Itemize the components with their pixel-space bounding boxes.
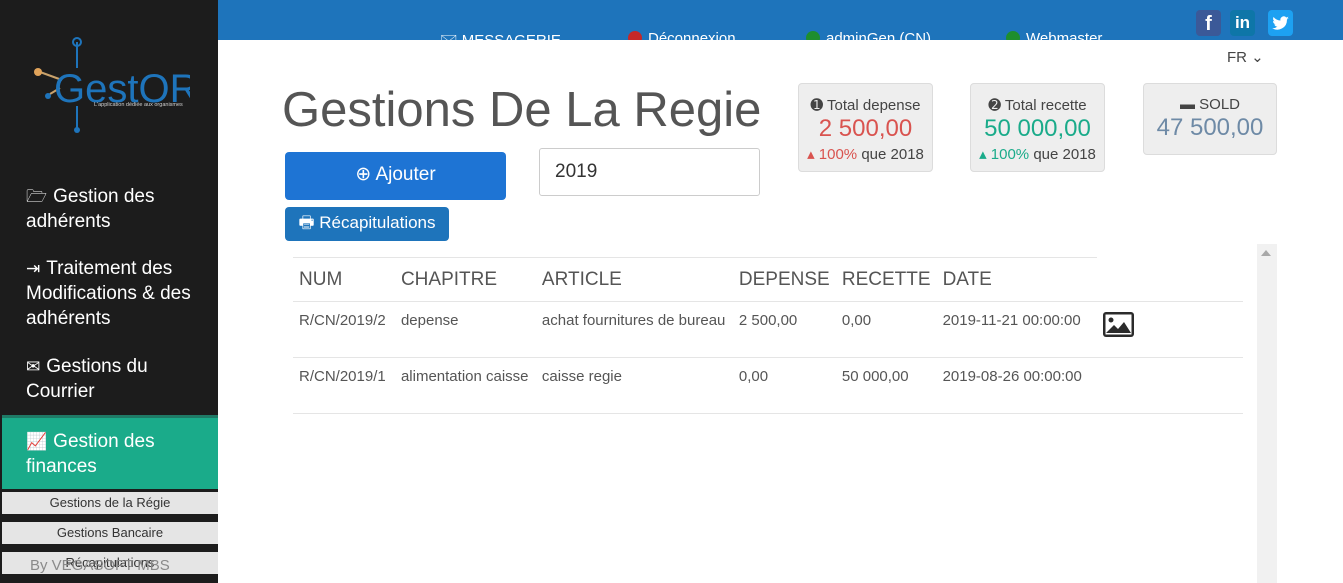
- cell-article: caisse regie: [535, 357, 733, 414]
- mail-bulk-icon: ✉: [26, 357, 41, 376]
- image-icon[interactable]: [1103, 312, 1135, 337]
- recette-value: 50 000,00: [984, 115, 1091, 142]
- add-button[interactable]: ⊕ Ajouter: [285, 152, 506, 200]
- col-article: ARTICLE: [535, 257, 733, 302]
- status-dot-icon: [628, 31, 642, 40]
- year-input[interactable]: [539, 148, 760, 196]
- sold-value: 47 500,00: [1156, 114, 1264, 141]
- user-label: adminGen (CN): [826, 30, 932, 40]
- facebook-icon[interactable]: f: [1196, 10, 1221, 36]
- gestorg-logo: GestORG L'application dédiée aux organis…: [34, 37, 190, 133]
- submenu-gestions-bancaire[interactable]: Gestions Bancaire: [2, 522, 218, 544]
- cell-chapitre: alimentation caisse: [394, 357, 536, 414]
- add-button-label: Ajouter: [375, 164, 436, 185]
- sold-label: SOLD: [1199, 96, 1241, 113]
- top-navbar: 🖂 MESSAGERIE Déconnexion adminGen (CN) W…: [218, 0, 1343, 40]
- col-actions: [1097, 257, 1243, 302]
- sidebar: GestORG L'application dédiée aux organis…: [0, 0, 218, 583]
- recap-button-label: Récapitulations: [319, 213, 436, 232]
- page-title: Gestions De La Regie: [282, 83, 762, 137]
- status-dot-icon: [806, 31, 820, 40]
- wallet-icon: ▬: [1179, 96, 1195, 113]
- cell-depense: 2 500,00: [732, 301, 836, 358]
- linkedin-icon[interactable]: in: [1230, 10, 1255, 36]
- recette-label: Total recette: [1004, 97, 1087, 114]
- cell-actions: [1097, 357, 1243, 414]
- col-depense: DEPENSE: [732, 257, 836, 302]
- total-depense-card: ➊ Total depense 2 500,00 ▴ 100% que 2018: [798, 83, 933, 172]
- caret-up-icon: ▴: [979, 146, 987, 163]
- sidebar-item-adherents[interactable]: 🗁 Gestion des adhérents: [2, 184, 218, 234]
- cell-recette: 50 000,00: [835, 357, 937, 414]
- cell-num: R/CN/2019/2: [293, 301, 395, 358]
- print-icon: 🖶: [298, 213, 315, 232]
- sidebar-item-label: Gestions du Courrier: [26, 356, 148, 402]
- cell-recette: 0,00: [835, 301, 937, 358]
- line-chart-icon: 📈: [26, 432, 48, 451]
- col-chapitre: CHAPITRE: [394, 257, 536, 302]
- webmaster-label: Webmaster: [1026, 30, 1103, 40]
- envelope-icon: 🖂: [440, 32, 462, 40]
- arrow-circle-down-icon: ➋: [988, 97, 1001, 114]
- recette-cmp: que 2018: [1033, 146, 1096, 163]
- col-date: DATE: [936, 257, 1098, 302]
- user-link[interactable]: adminGen (CN): [806, 30, 931, 40]
- twitter-icon[interactable]: [1268, 10, 1293, 36]
- table-row: R/CN/2019/2 depense achat fournitures de…: [293, 301, 1243, 358]
- language-label: FR: [1227, 49, 1247, 66]
- depense-pct: 100%: [818, 146, 858, 163]
- messagerie-link[interactable]: 🖂 MESSAGERIE: [440, 30, 561, 40]
- table-row: R/CN/2019/1 alimentation caisse caisse r…: [293, 357, 1243, 414]
- cell-date: 2019-08-26 00:00:00: [936, 357, 1098, 414]
- sidebar-item-finances[interactable]: 📈 Gestion des finances: [2, 415, 218, 489]
- submenu-recapitulations[interactable]: Récapitulations: [2, 552, 218, 574]
- submenu-gestions-regie[interactable]: Gestions de la Régie: [2, 492, 218, 514]
- sidebar-item-traitement[interactable]: ⇥ Traitement des Modifications & des adhé…: [2, 256, 218, 331]
- caret-up-icon: ▴: [807, 146, 815, 163]
- cell-chapitre: depense: [394, 301, 536, 358]
- regie-table: NUM CHAPITRE ARTICLE DEPENSE RECETTE DAT…: [293, 257, 1243, 414]
- sold-card: ▬ SOLD 47 500,00: [1143, 83, 1277, 155]
- cell-depense: 0,00: [732, 357, 836, 414]
- cell-article: achat fournitures de bureau: [535, 301, 733, 358]
- webmaster-link[interactable]: Webmaster: [1006, 30, 1102, 40]
- cell-date: 2019-11-21 00:00:00: [936, 301, 1098, 358]
- status-dot-icon: [1006, 31, 1020, 40]
- deconnexion-label: Déconnexion: [648, 30, 736, 40]
- app-root: GestORG L'application dédiée aux organis…: [0, 0, 1343, 583]
- sidebar-item-label: Traitement des Modifications & des adhér…: [26, 258, 191, 329]
- total-recette-card: ➋ Total recette 50 000,00 ▴ 100% que 201…: [970, 83, 1105, 172]
- logo-tagline: L'application dédiée aux organismes: [94, 102, 183, 108]
- depense-value: 2 500,00: [818, 115, 913, 142]
- cell-actions: [1097, 301, 1243, 358]
- recapitulations-button[interactable]: 🖶 Récapitulations: [285, 207, 449, 241]
- depense-cmp: que 2018: [861, 146, 924, 163]
- deconnexion-link[interactable]: Déconnexion: [628, 30, 736, 40]
- table-header-row: NUM CHAPITRE ARTICLE DEPENSE RECETTE DAT…: [293, 257, 1243, 302]
- plus-circle-icon: ⊕: [355, 164, 372, 185]
- sign-in-icon: ⇥: [26, 259, 41, 278]
- regie-table-container: NUM CHAPITRE ARTICLE DEPENSE RECETTE DAT…: [293, 257, 1243, 414]
- folder-open-icon: 🗁: [26, 187, 48, 206]
- messagerie-label: MESSAGERIE: [462, 32, 561, 40]
- table-scrollbar[interactable]: [1257, 244, 1277, 583]
- arrow-circle-up-icon: ➊: [810, 97, 824, 114]
- cell-num: R/CN/2019/1: [293, 357, 395, 414]
- depense-label: Total depense: [827, 97, 921, 114]
- scroll-up-icon[interactable]: [1261, 250, 1271, 256]
- chevron-down-icon: ⌄: [1251, 49, 1264, 66]
- language-select[interactable]: FR ⌄: [1227, 48, 1264, 66]
- sidebar-item-courrier[interactable]: ✉ Gestions du Courrier: [2, 354, 218, 404]
- col-recette: RECETTE: [835, 257, 937, 302]
- recette-pct: 100%: [990, 146, 1030, 163]
- col-num: NUM: [293, 257, 395, 302]
